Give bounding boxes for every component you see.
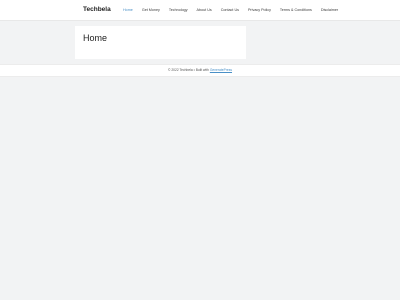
nav-item-home[interactable]: Home [123, 7, 133, 13]
nav-item-contact-us[interactable]: Contact Us [221, 7, 239, 13]
generatepress-link[interactable]: GeneratePress [210, 68, 232, 72]
nav-item-privacy-policy[interactable]: Privacy Policy [248, 7, 271, 13]
nav-item-about-us[interactable]: About Us [197, 7, 212, 13]
site-title-link[interactable]: Techbela [83, 5, 111, 15]
page-title: Home [83, 33, 108, 43]
footer-copyright: © 2022 Techbela • Built with GeneratePre… [0, 68, 400, 73]
nav-item-terms-conditions[interactable]: Terms & Conditions [280, 7, 312, 13]
nav-item-disclaimer[interactable]: Disclaimer [321, 7, 338, 13]
copyright-text: © 2022 Techbela • Built with [167, 68, 209, 72]
main-navigation: Home Get Money Technology About Us Conta… [123, 7, 347, 13]
site-header: Techbela Home Get Money Technology About… [0, 0, 400, 21]
nav-item-technology[interactable]: Technology [169, 7, 188, 13]
content-card: Home [75, 26, 246, 59]
nav-item-get-money[interactable]: Get Money [142, 7, 160, 13]
site-footer: © 2022 Techbela • Built with GeneratePre… [0, 64, 400, 77]
